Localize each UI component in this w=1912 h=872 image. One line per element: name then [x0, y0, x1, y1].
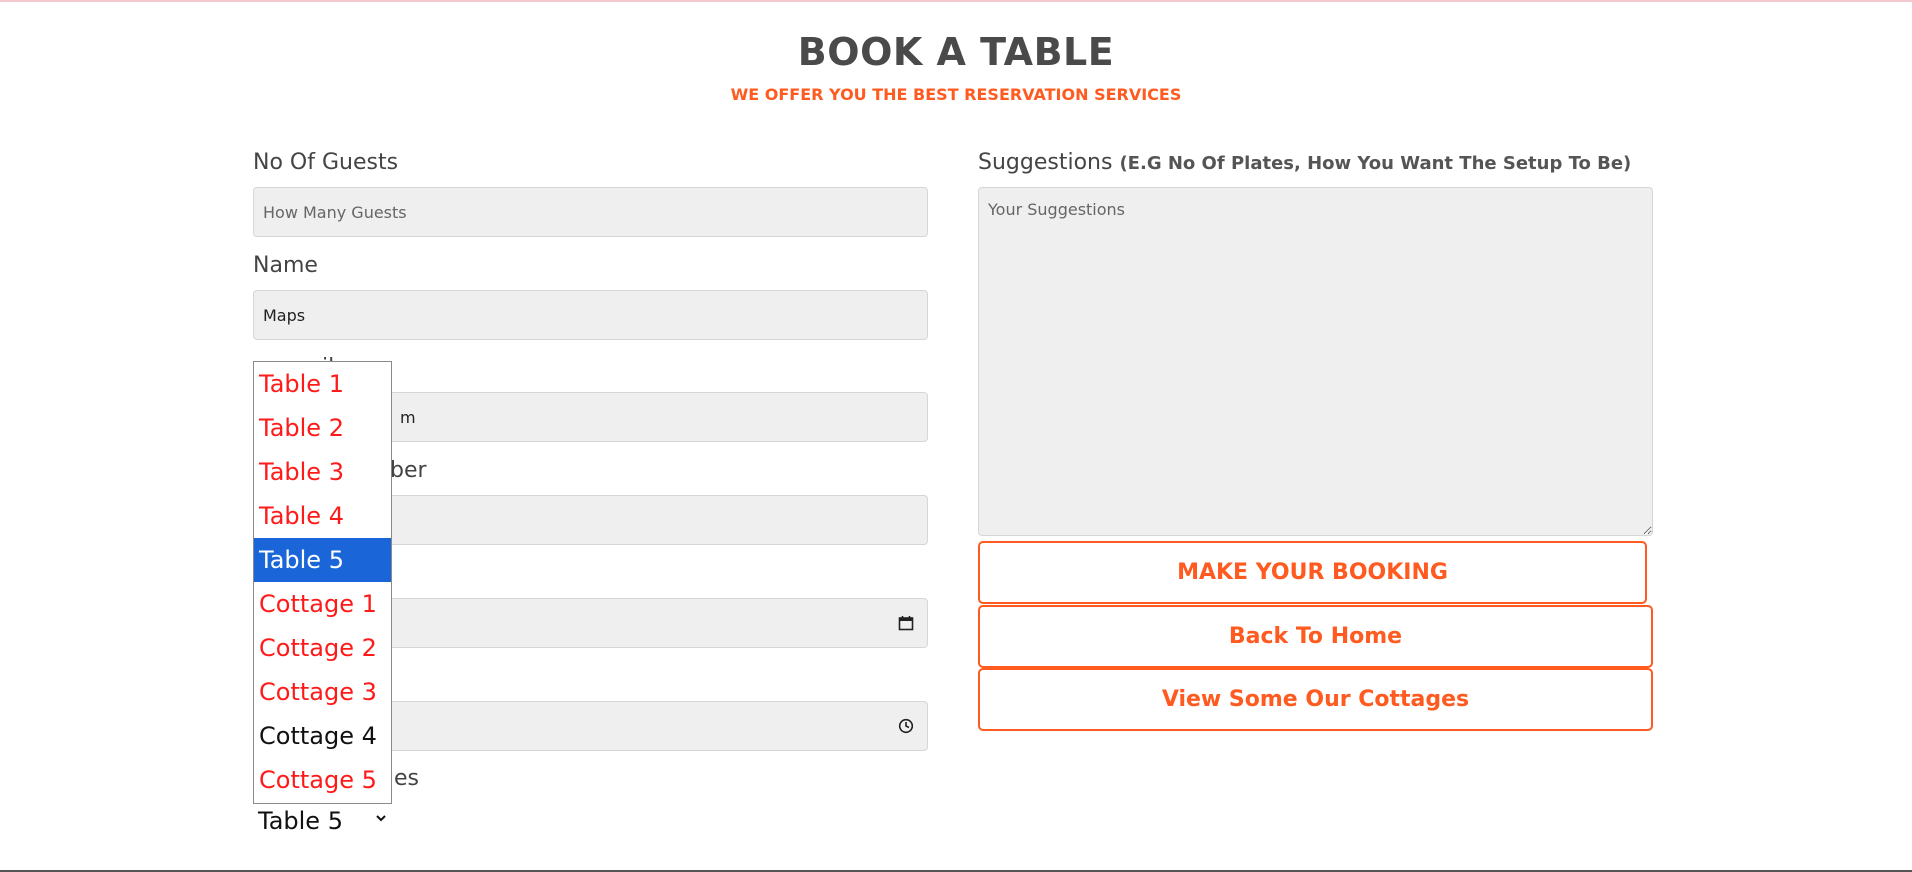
guests-input[interactable] — [253, 187, 928, 237]
suggestions-label: Suggestions (E.G No Of Plates, How You W… — [978, 150, 1631, 175]
name-input[interactable] — [253, 290, 928, 340]
back-to-home-button[interactable]: Back To Home — [978, 605, 1653, 668]
top-border — [0, 0, 1912, 2]
table-dropdown-list[interactable]: Table 1 Table 2 Table 3 Table 4 Table 5 … — [253, 361, 392, 804]
option-table-1[interactable]: Table 1 — [254, 362, 391, 406]
option-table-3[interactable]: Table 3 — [254, 450, 391, 494]
option-table-5[interactable]: Table 5 — [254, 538, 391, 582]
option-cottage-2[interactable]: Cottage 2 — [254, 626, 391, 670]
name-label: Name — [253, 253, 318, 278]
page-title: BOOK A TABLE — [797, 30, 1115, 74]
option-cottage-3[interactable]: Cottage 3 — [254, 670, 391, 714]
table-select-value: Table 5 — [258, 807, 343, 835]
suggestions-label-text: Suggestions — [978, 150, 1113, 175]
option-cottage-4[interactable]: Cottage 4 — [254, 714, 391, 758]
chevron-down-icon[interactable] — [374, 810, 388, 829]
calendar-icon[interactable] — [898, 615, 914, 634]
option-cottage-5[interactable]: Cottage 5 — [254, 758, 391, 802]
make-booking-button[interactable]: MAKE YOUR BOOKING — [978, 541, 1647, 604]
option-table-4[interactable]: Table 4 — [254, 494, 391, 538]
view-cottages-button[interactable]: View Some Our Cottages — [978, 668, 1653, 731]
clock-icon[interactable] — [898, 718, 914, 737]
option-table-2[interactable]: Table 2 — [254, 406, 391, 450]
phone-label: ber — [390, 458, 427, 483]
table-select[interactable]: Table 5 — [253, 806, 393, 836]
option-cottage-1[interactable]: Cottage 1 — [254, 582, 391, 626]
suggestions-textarea[interactable] — [978, 187, 1653, 536]
email-value: m — [400, 407, 416, 427]
page-subtitle: WE OFFER YOU THE BEST RESERVATION SERVIC… — [730, 85, 1182, 104]
suggestions-hint: (E.G No Of Plates, How You Want The Setu… — [1119, 153, 1632, 174]
guests-label: No Of Guests — [253, 150, 399, 175]
